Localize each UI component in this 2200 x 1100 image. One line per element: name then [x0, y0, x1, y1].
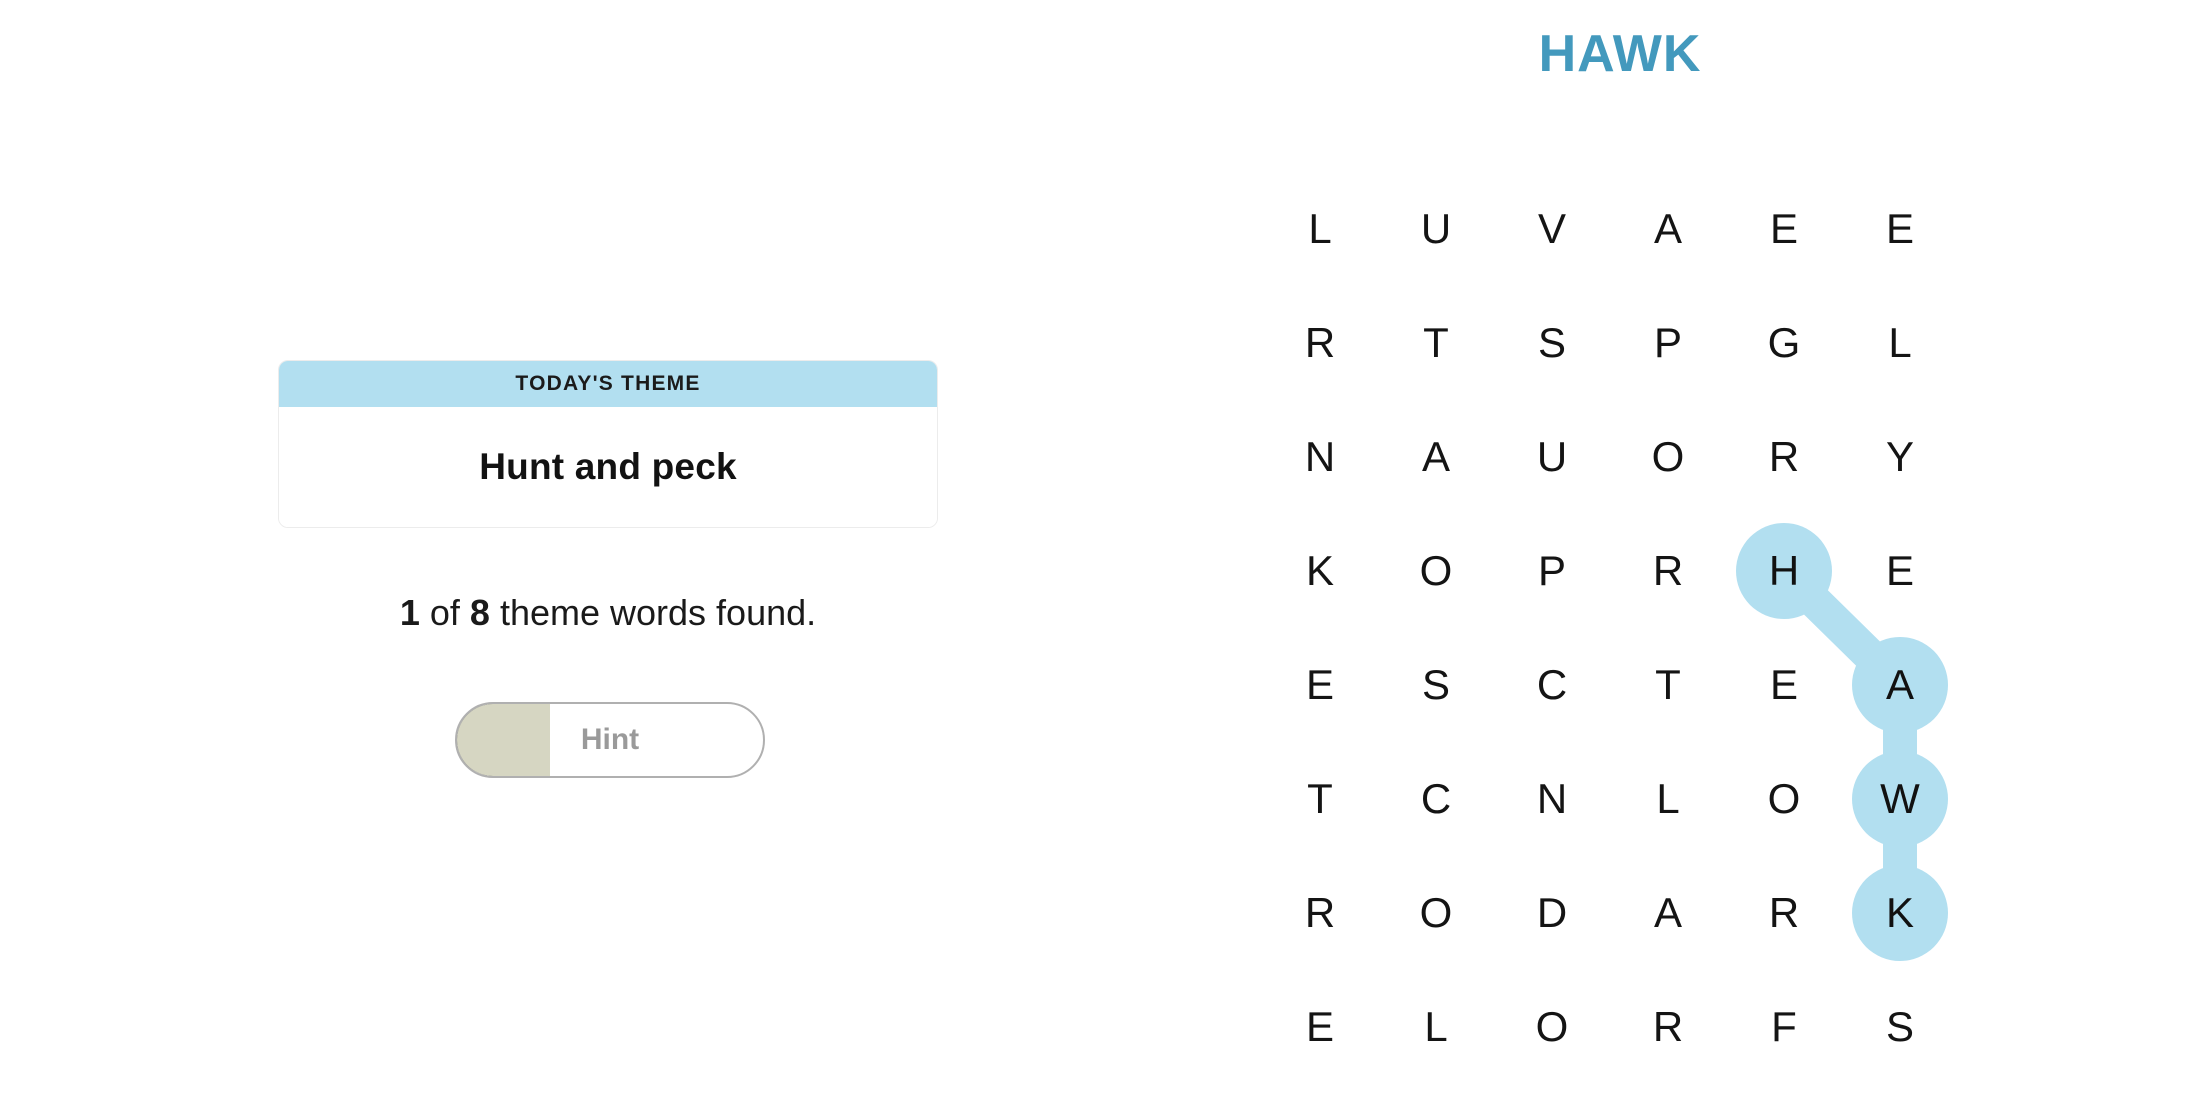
- grid-cell-r7c1[interactable]: R: [1262, 856, 1378, 970]
- theme-card-header: TODAY'S THEME: [279, 361, 937, 407]
- grid-cell-r5c5[interactable]: E: [1726, 628, 1842, 742]
- hint-button-label: Hint: [580, 723, 640, 756]
- grid-cell-r4c6[interactable]: E: [1842, 514, 1958, 628]
- left-panel: TODAY'S THEME Hunt and peck 1 of 8 theme…: [0, 0, 1200, 1100]
- grid-cell-r1c3[interactable]: V: [1494, 172, 1610, 286]
- progress-status: 1 of 8 theme words found.: [278, 592, 938, 634]
- grid-cell-r6c4[interactable]: L: [1610, 742, 1726, 856]
- grid-cell-r6c3[interactable]: N: [1494, 742, 1610, 856]
- grid-cell-r8c2[interactable]: L: [1378, 970, 1494, 1084]
- grid-cell-r7c4[interactable]: A: [1610, 856, 1726, 970]
- grid-cell-r6c1[interactable]: T: [1262, 742, 1378, 856]
- grid-cell-r4c2[interactable]: O: [1378, 514, 1494, 628]
- grid-cell-r5c3[interactable]: C: [1494, 628, 1610, 742]
- grid-cell-r3c5[interactable]: R: [1726, 400, 1842, 514]
- theme-phrase: Hunt and peck: [479, 446, 737, 487]
- theme-card: TODAY'S THEME Hunt and peck: [278, 360, 938, 528]
- grid-cell-r5c4[interactable]: T: [1610, 628, 1726, 742]
- word-search-grid[interactable]: LUVAEERTSPGLNAUORYKOPRHEESCTEATCNLOWRODA…: [1262, 172, 1962, 1088]
- grid-cell-r8c3[interactable]: O: [1494, 970, 1610, 1084]
- grid-cell-r5c2[interactable]: S: [1378, 628, 1494, 742]
- found-word-title: HAWK: [1538, 25, 1702, 83]
- grid-cell-r2c1[interactable]: R: [1262, 286, 1378, 400]
- hint-button[interactable]: Hint: [455, 702, 765, 778]
- grid-cell-r6c2[interactable]: C: [1378, 742, 1494, 856]
- progress-found-count: 1: [399, 592, 420, 633]
- grid-cell-r3c4[interactable]: O: [1610, 400, 1726, 514]
- progress-total-count: 8: [469, 592, 490, 633]
- progress-of-label: of: [429, 592, 460, 633]
- grid-cell-r3c3[interactable]: U: [1494, 400, 1610, 514]
- grid-cell-r1c5[interactable]: E: [1726, 172, 1842, 286]
- grid-cell-r4c1[interactable]: K: [1262, 514, 1378, 628]
- progress-suffix: theme words found.: [499, 592, 817, 633]
- grid-cell-r7c6[interactable]: K: [1842, 856, 1958, 970]
- grid-cell-r4c4[interactable]: R: [1610, 514, 1726, 628]
- grid-cell-r1c1[interactable]: L: [1262, 172, 1378, 286]
- grid-cell-r3c6[interactable]: Y: [1842, 400, 1958, 514]
- grid-cell-r2c2[interactable]: T: [1378, 286, 1494, 400]
- grid-cell-r2c6[interactable]: L: [1842, 286, 1958, 400]
- grid-cell-r1c6[interactable]: E: [1842, 172, 1958, 286]
- grid-cell-r6c6[interactable]: W: [1842, 742, 1958, 856]
- grid-cell-r7c3[interactable]: D: [1494, 856, 1610, 970]
- grid-cell-r3c2[interactable]: A: [1378, 400, 1494, 514]
- grid-cell-r6c5[interactable]: O: [1726, 742, 1842, 856]
- grid-cell-r4c3[interactable]: P: [1494, 514, 1610, 628]
- grid-cell-r2c5[interactable]: G: [1726, 286, 1842, 400]
- grid-cell-r8c1[interactable]: E: [1262, 970, 1378, 1084]
- theme-card-body: Hunt and peck: [279, 407, 937, 527]
- grid-cell-r1c4[interactable]: A: [1610, 172, 1726, 286]
- grid-cell-r3c1[interactable]: N: [1262, 400, 1378, 514]
- grid-cell-r7c5[interactable]: R: [1726, 856, 1842, 970]
- grid-cell-r5c1[interactable]: E: [1262, 628, 1378, 742]
- grid-cell-r2c4[interactable]: P: [1610, 286, 1726, 400]
- grid-cell-r8c4[interactable]: R: [1610, 970, 1726, 1084]
- grid-cell-r2c3[interactable]: S: [1494, 286, 1610, 400]
- grid-cell-r8c5[interactable]: F: [1726, 970, 1842, 1084]
- grid-cell-r7c2[interactable]: O: [1378, 856, 1494, 970]
- grid-cell-r5c6[interactable]: A: [1842, 628, 1958, 742]
- grid-cell-r8c6[interactable]: S: [1842, 970, 1958, 1084]
- grid-cell-r4c5[interactable]: H: [1726, 514, 1842, 628]
- grid-cell-r1c2[interactable]: U: [1378, 172, 1494, 286]
